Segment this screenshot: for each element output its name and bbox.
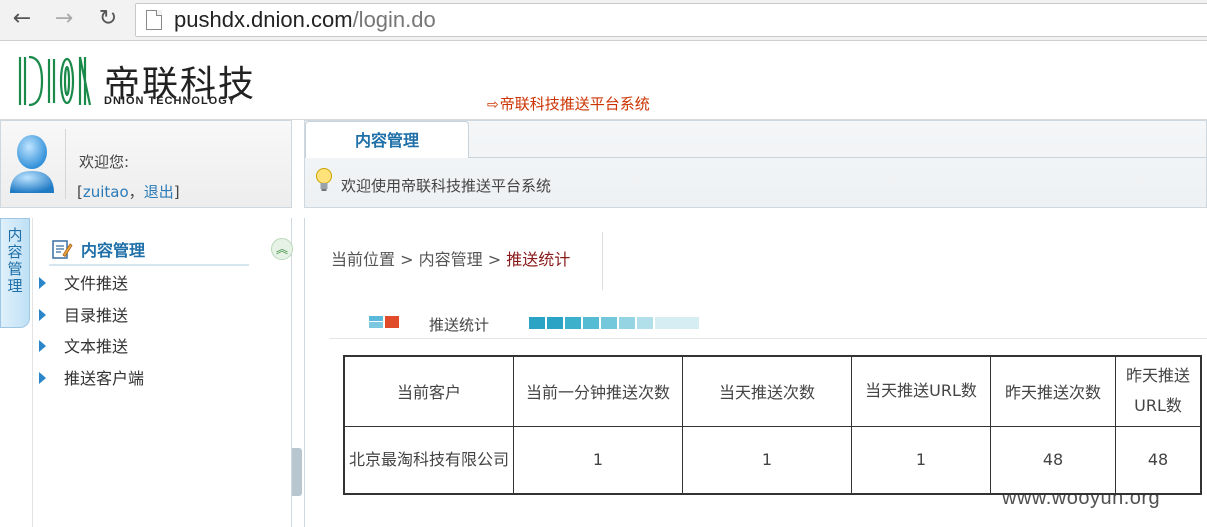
logout-link[interactable]: 退出 — [144, 183, 174, 201]
breadcrumb-separator: > — [400, 250, 414, 269]
bracket-close: ] — [173, 183, 180, 201]
table-cell: 1 — [851, 425, 991, 495]
table-header-cell: 昨天推送次数 — [990, 355, 1116, 427]
breadcrumb-divider — [602, 232, 603, 290]
table-header-cell: 当前客户 — [343, 355, 514, 427]
sidebar-resize-handle[interactable] — [292, 448, 302, 496]
dnion-logo-icon — [18, 55, 92, 107]
url-text[interactable]: pushdx.dnion.com/login.do — [174, 6, 436, 34]
system-title: ⇨帝联科技推送平台系统 — [487, 93, 650, 114]
main-content: 当前位置 > 内容管理 > 推送统计 推送统计 当前客户 当前一分钟推送次数 当… — [304, 218, 1207, 527]
table-header-cell: 当前一分钟推送次数 — [513, 355, 683, 427]
sidebar-section-title: 内容管理 — [81, 241, 146, 260]
table-cell: 1 — [513, 425, 683, 495]
url-path: /login.do — [352, 7, 436, 32]
user-divider — [65, 129, 66, 199]
table-row: 北京最淘科技有限公司 1 1 1 48 48 — [343, 425, 1202, 495]
section-title: 推送统计 — [429, 316, 490, 334]
section-decor-bar — [529, 317, 699, 329]
user-avatar-icon — [10, 135, 54, 193]
table-cell: 48 — [1115, 425, 1202, 495]
vtab-char: 内 — [7, 226, 23, 244]
table-header-cell: 当天推送次数 — [682, 355, 852, 427]
browser-toolbar: ← → ↻ pushdx.dnion.com/login.do — [0, 0, 1207, 41]
user-line: [zuitao，退出] — [77, 181, 180, 202]
breadcrumb-separator: > — [487, 250, 502, 269]
table-cell-client: 北京最淘科技有限公司 — [343, 425, 514, 495]
vtab-char: 管 — [7, 260, 23, 278]
collapse-up-icon[interactable]: ︽ — [271, 238, 293, 260]
username-link[interactable]: zuitao — [83, 183, 129, 201]
sidebar-item-label: 目录推送 — [64, 306, 129, 325]
sidebar: 内容管理 ︽ 文件推送 目录推送 文本推送 推送客户端 — [32, 218, 293, 527]
triangle-right-icon — [39, 309, 46, 321]
watermark: www.wooyun.org — [1002, 487, 1161, 509]
triangle-right-icon — [39, 340, 46, 352]
table-cell: 48 — [990, 425, 1116, 495]
page-icon — [146, 10, 162, 30]
sidebar-vertical-tab[interactable]: 内 容 管 理 — [0, 218, 30, 328]
system-title-text: 帝联科技推送平台系统 — [499, 95, 650, 113]
sidebar-item-label: 推送客户端 — [64, 369, 145, 388]
sidebar-item-label: 文件推送 — [64, 274, 129, 293]
user-panel: 欢迎您: [zuitao，退出] — [0, 120, 292, 208]
vtab-char: 理 — [7, 277, 23, 295]
address-bar[interactable]: pushdx.dnion.com/login.do — [135, 3, 1207, 37]
vtab-char: 容 — [7, 243, 23, 261]
edit-document-icon — [52, 240, 73, 259]
tab-panel: 内容管理 欢迎使用帝联科技推送平台系统 — [304, 120, 1207, 208]
separator: ， — [128, 183, 144, 201]
lightbulb-icon — [316, 168, 332, 191]
url-host: pushdx.dnion.com — [174, 7, 353, 32]
breadcrumb-level1: 内容管理 — [418, 250, 483, 269]
breadcrumb-prefix: 当前位置 — [331, 250, 396, 269]
table-header-cell: 当天推送URL数 — [851, 355, 991, 427]
forward-icon[interactable]: → — [50, 6, 78, 32]
sidebar-section-header[interactable]: 内容管理 — [49, 234, 249, 266]
sidebar-item-label: 文本推送 — [64, 337, 129, 356]
arrow-right-icon: ⇨ — [487, 97, 499, 113]
push-stats-table: 当前客户 当前一分钟推送次数 当天推送次数 当天推送URL数 昨天推送次数 昨天… — [343, 355, 1202, 495]
table-header-cell: 昨天推送URL数 — [1115, 355, 1202, 427]
back-icon[interactable]: ← — [8, 6, 36, 32]
reload-icon[interactable]: ↻ — [94, 6, 122, 32]
breadcrumb-current: 推送统计 — [506, 250, 571, 269]
tab-content-management[interactable]: 内容管理 — [305, 121, 469, 158]
breadcrumb: 当前位置 > 内容管理 > 推送统计 — [331, 246, 570, 270]
triangle-right-icon — [39, 277, 46, 289]
welcome-message: 欢迎使用帝联科技推送平台系统 — [341, 177, 552, 195]
table-header-row: 当前客户 当前一分钟推送次数 当天推送次数 当天推送URL数 昨天推送次数 昨天… — [343, 355, 1202, 427]
section-marker-icon — [369, 316, 399, 328]
welcome-label: 欢迎您: — [79, 153, 130, 171]
section-divider — [329, 338, 1207, 339]
table-cell: 1 — [682, 425, 852, 495]
triangle-right-icon — [39, 372, 46, 384]
logo-english-text: DNION TECHNOLOGY — [104, 95, 237, 107]
site-header: 帝联科技 DNION TECHNOLOGY ⇨帝联科技推送平台系统 — [0, 41, 1207, 120]
